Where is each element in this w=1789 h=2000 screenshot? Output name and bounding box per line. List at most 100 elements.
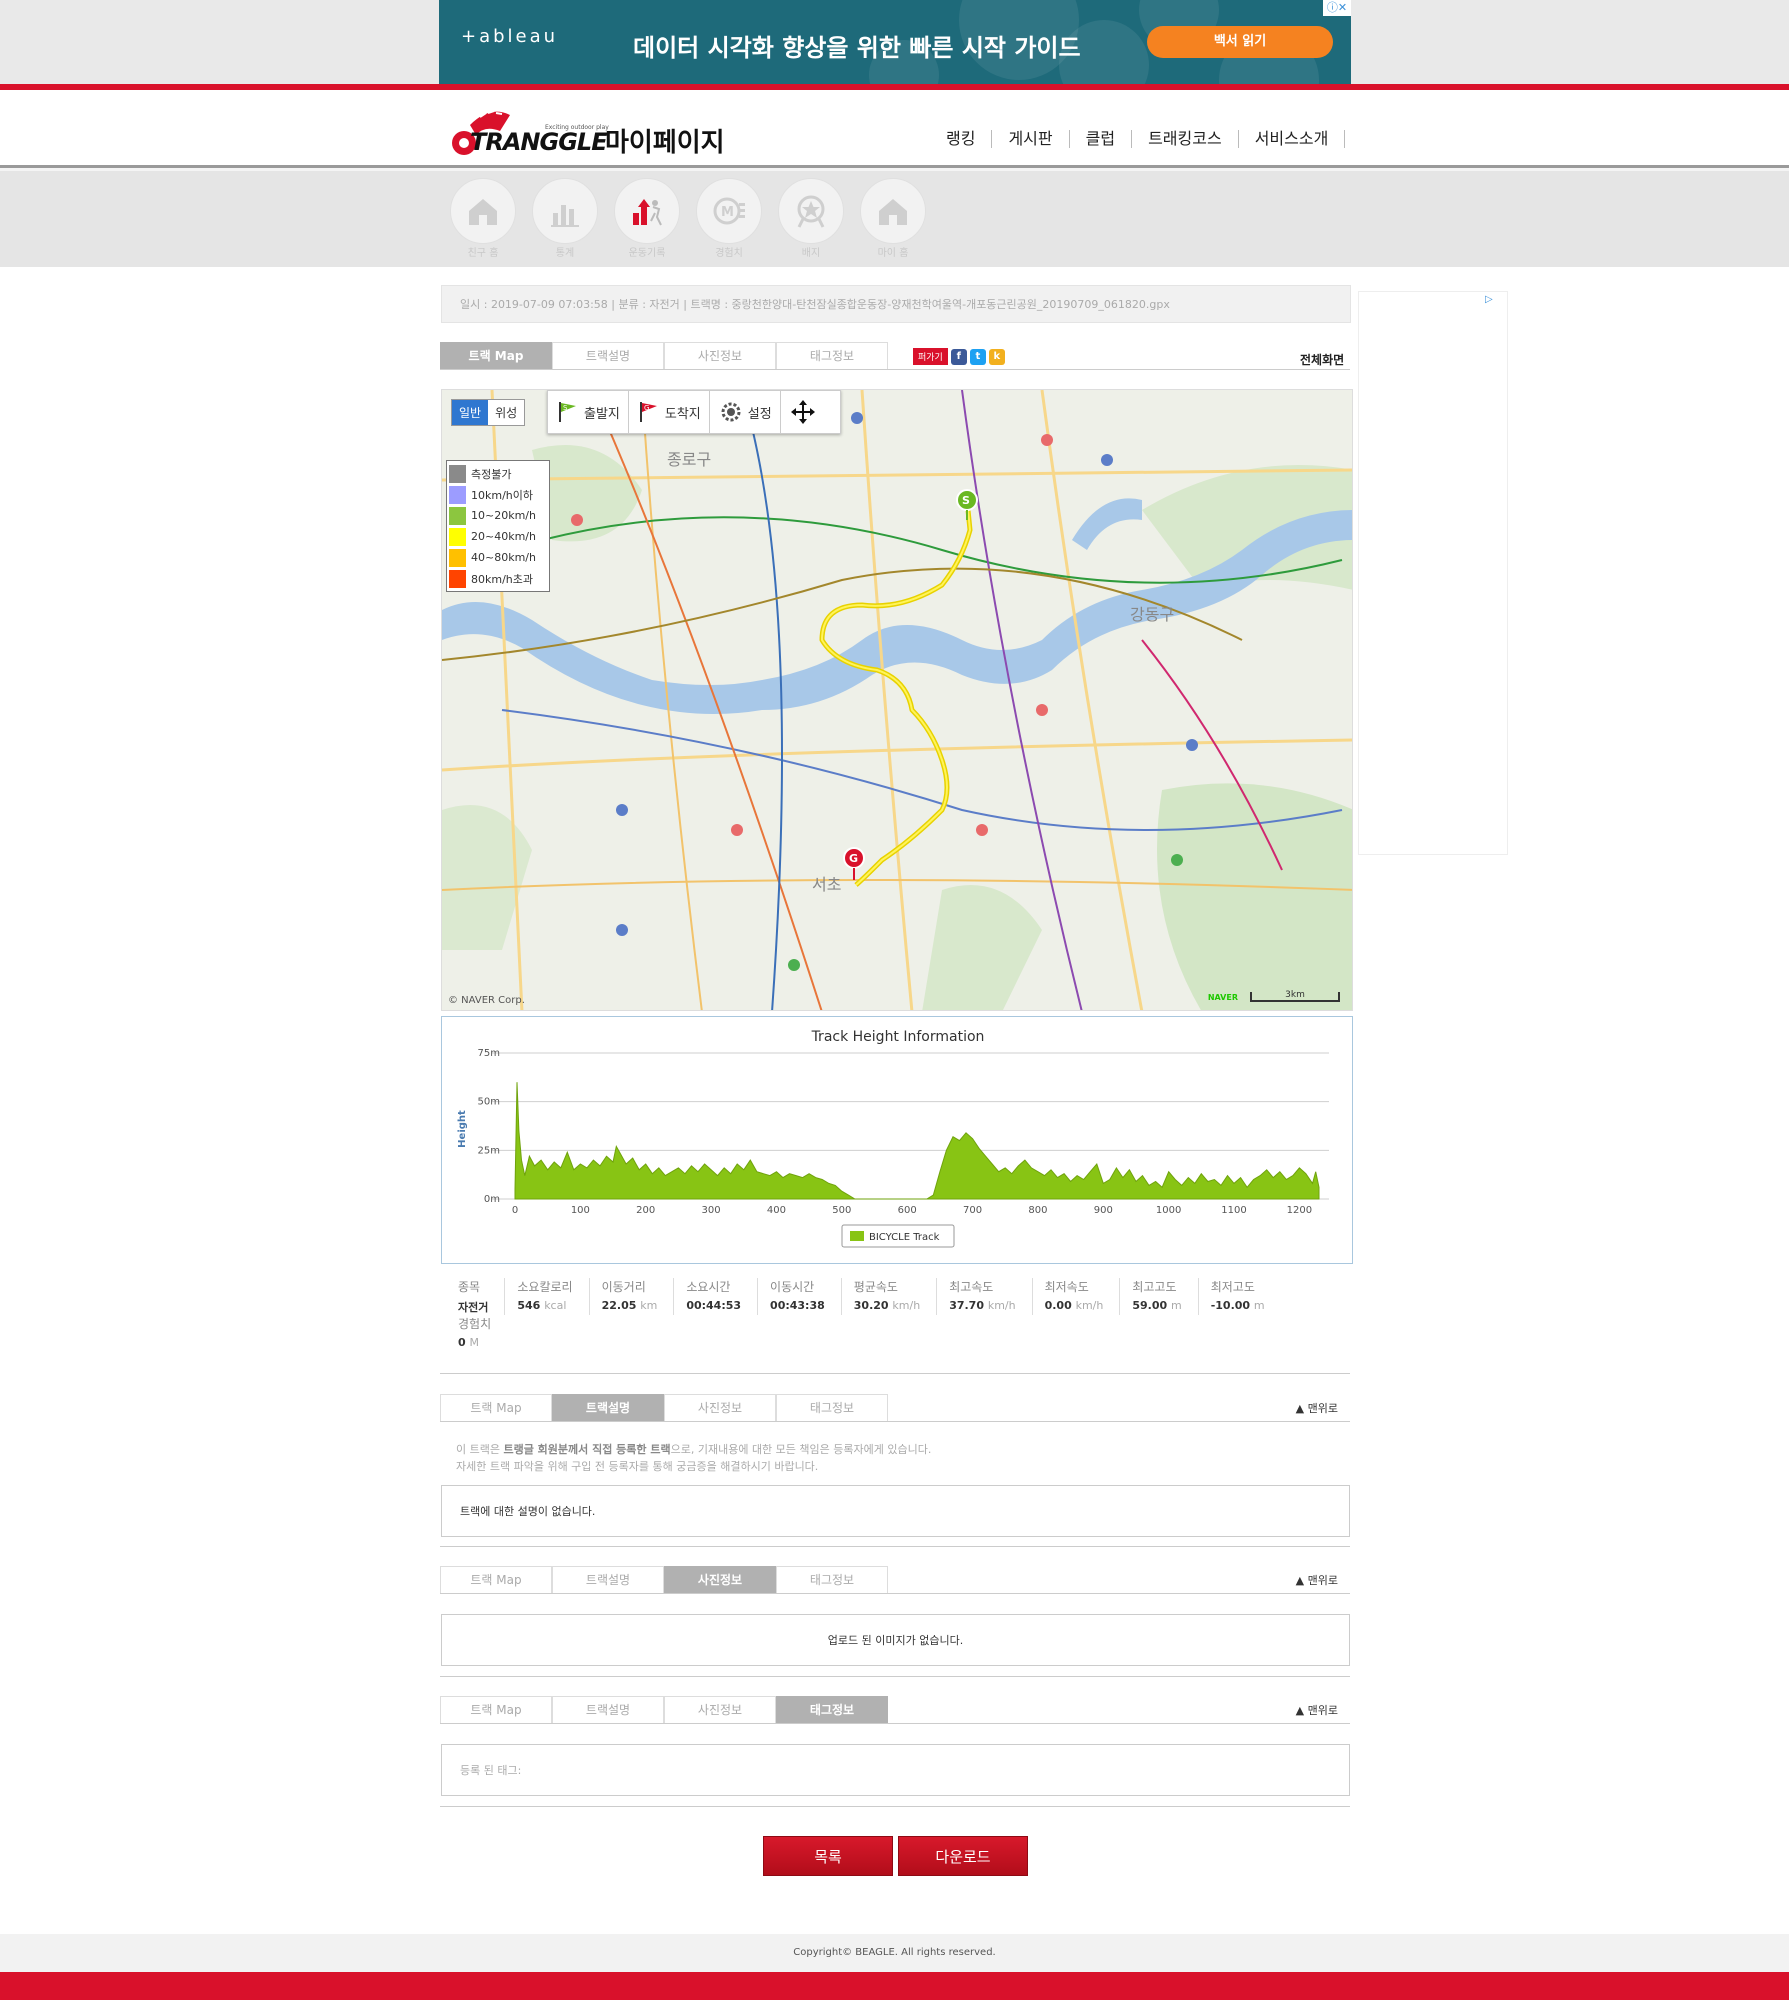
legend-swatch bbox=[449, 569, 466, 588]
tab-photo-info[interactable]: 사진정보 bbox=[664, 1696, 776, 1723]
tab-tag-info[interactable]: 태그정보 bbox=[776, 1566, 888, 1593]
main-nav: 랭킹 게시판 클럽 트래킹코스 서비스소개 bbox=[930, 130, 1346, 148]
map-label-jongno: 종로구 bbox=[667, 450, 711, 469]
chart-x-tick-label: 700 bbox=[963, 1205, 982, 1216]
move-tool[interactable] bbox=[781, 390, 825, 434]
stat-value: -10.00 m bbox=[1210, 1299, 1265, 1312]
nav-ranking[interactable]: 랭킹 bbox=[930, 130, 993, 148]
map-type-satellite[interactable]: 위성 bbox=[488, 400, 524, 425]
legend-swatch bbox=[850, 1231, 864, 1241]
tab-track-map[interactable]: 트랙 Map bbox=[440, 1566, 552, 1593]
ad-brand-logo: +ableau bbox=[461, 26, 559, 47]
ad-choices-icon[interactable]: ⓘ✕ bbox=[1323, 0, 1351, 16]
chart-x-tick-label: 900 bbox=[1094, 1205, 1113, 1216]
twitter-icon[interactable]: t bbox=[969, 348, 986, 365]
tab-tag-info[interactable]: 태그정보 bbox=[776, 1394, 888, 1421]
tab-track-map[interactable]: 트랙 Map bbox=[440, 342, 552, 369]
right-side-ad[interactable]: ▷ bbox=[1358, 291, 1508, 855]
stat-item: 최고고도 59.00 m bbox=[1119, 1278, 1197, 1315]
chart-legend: BICYCLE Track bbox=[841, 1224, 955, 1248]
stat-label: 최고고도 bbox=[1132, 1280, 1177, 1294]
start-point-tool[interactable]: S 출발지 bbox=[548, 390, 629, 434]
subnav-friend-home[interactable]: 친구 홈 bbox=[450, 178, 516, 259]
goal-flag-icon: G bbox=[639, 402, 657, 422]
facebook-icon[interactable]: f bbox=[950, 348, 967, 365]
track-map[interactable]: S G 종로구 강동구 서초 일반 위성 S 출발지 G 도착지 설정 측정불가… bbox=[441, 389, 1353, 1011]
map-canvas[interactable]: S G 종로구 강동구 서초 bbox=[442, 390, 1353, 1011]
tab-tag-info[interactable]: 태그정보 bbox=[776, 1696, 888, 1723]
share-label[interactable]: 퍼가기 bbox=[913, 348, 948, 365]
track-tabs-tag: 트랙 Map 트랙설명 사진정보 태그정보 ▲ 맨위로 bbox=[440, 1696, 1350, 1724]
chart-y-tick-label: 0m bbox=[484, 1194, 500, 1205]
subnav-my-home[interactable]: 마이 홈 bbox=[860, 178, 926, 259]
tab-track-map[interactable]: 트랙 Map bbox=[440, 1394, 552, 1421]
scroll-top-link[interactable]: ▲ 맨위로 bbox=[1296, 1572, 1338, 1588]
map-scale-bar: 3km bbox=[1250, 991, 1340, 1002]
nav-board[interactable]: 게시판 bbox=[992, 130, 1070, 148]
chart-legend-label: BICYCLE Track bbox=[869, 1232, 940, 1243]
chart-x-tick-label: 600 bbox=[898, 1205, 917, 1216]
tab-tag-info[interactable]: 태그정보 bbox=[776, 342, 888, 369]
stat-label: 경험치 bbox=[458, 1317, 492, 1331]
speed-legend: 측정불가 10km/h이하 10~20km/h 20~40km/h 40~80k… bbox=[446, 460, 550, 592]
tab-track-desc[interactable]: 트랙설명 bbox=[552, 342, 664, 369]
footer-accent-bar bbox=[0, 1972, 1789, 2000]
top-banner-ad[interactable]: +ableau 데이터 시각화 향상을 위한 빠른 시작 가이드 백서 읽기 ⓘ… bbox=[439, 0, 1351, 84]
ad-read-button[interactable]: 백서 읽기 bbox=[1147, 26, 1333, 58]
track-tabs-map: 트랙 Map 트랙설명 사진정보 태그정보 bbox=[440, 342, 1350, 370]
subnav-stats[interactable]: 통계 bbox=[532, 178, 598, 259]
list-button[interactable]: 목록 bbox=[763, 1836, 893, 1876]
stat-item: 최저고도 -10.00 m bbox=[1197, 1278, 1281, 1315]
subnav-experience[interactable]: M 경험치 bbox=[696, 178, 762, 259]
tab-track-desc[interactable]: 트랙설명 bbox=[552, 1566, 664, 1593]
tab-photo-info[interactable]: 사진정보 bbox=[664, 342, 776, 369]
chart-x-tick-label: 800 bbox=[1028, 1205, 1047, 1216]
map-type-toggle: 일반 위성 bbox=[451, 399, 526, 426]
stat-item: 최저속도 0.00 km/h bbox=[1031, 1278, 1120, 1315]
subnav-exercise-record[interactable]: 운동기록 bbox=[614, 178, 680, 259]
stat-value: 546 kcal bbox=[517, 1299, 567, 1312]
tab-photo-info[interactable]: 사진정보 bbox=[664, 1394, 776, 1421]
nav-club[interactable]: 클럽 bbox=[1070, 130, 1133, 148]
nav-service-intro[interactable]: 서비스소개 bbox=[1239, 130, 1346, 148]
scroll-top-link[interactable]: ▲ 맨위로 bbox=[1296, 1400, 1338, 1416]
stat-label: 소요시간 bbox=[686, 1280, 731, 1294]
footer: Copyright© BEAGLE. All rights reserved. bbox=[0, 1934, 1789, 1972]
svg-text:S: S bbox=[563, 404, 568, 412]
height-chart-svg: Track Height Information Height 0 100 200 3… bbox=[457, 1029, 1329, 1248]
tab-track-map[interactable]: 트랙 Map bbox=[440, 1696, 552, 1723]
chart-x-tick-label: 300 bbox=[702, 1205, 721, 1216]
legend-label: 10km/h이하 bbox=[471, 488, 534, 502]
tab-track-desc[interactable]: 트랙설명 bbox=[552, 1696, 664, 1723]
legend-label: 40~80km/h bbox=[471, 551, 536, 564]
stat-value: 59.00 m bbox=[1132, 1299, 1182, 1312]
chart-y-tick-label: 25m bbox=[478, 1145, 500, 1156]
logo-text[interactable]: TRANGGLE bbox=[470, 128, 608, 156]
ad-choices-icon[interactable]: ▷ bbox=[1485, 294, 1505, 308]
subnav-badge[interactable]: 배지 bbox=[778, 178, 844, 259]
home-icon bbox=[469, 199, 497, 225]
scroll-top-link[interactable]: ▲ 맨위로 bbox=[1296, 1702, 1338, 1718]
page-title: 마이페이지 bbox=[605, 128, 725, 158]
tab-track-desc[interactable]: 트랙설명 bbox=[552, 1394, 664, 1421]
stat-experience: 경험치 0 M bbox=[458, 1315, 491, 1349]
legend-swatch bbox=[449, 485, 466, 504]
tab-photo-info[interactable]: 사진정보 bbox=[664, 1566, 776, 1593]
track-info-bar: 일시 : 2019-07-09 07:03:58 | 분류 : 자전거 | 트랙… bbox=[441, 285, 1351, 323]
legend-label: 10~20km/h bbox=[471, 509, 536, 522]
kakaostory-icon[interactable]: k bbox=[988, 348, 1005, 365]
map-type-normal[interactable]: 일반 bbox=[452, 400, 489, 425]
stat-item: 평균속도 30.20 km/h bbox=[840, 1278, 936, 1315]
legend-label: 80km/h초과 bbox=[471, 572, 534, 586]
track-height-chart: Track Height Information Height 0 100 200 3… bbox=[441, 1016, 1353, 1264]
stat-value: 37.70 km/h bbox=[949, 1299, 1016, 1312]
track-description-box: 트랙에 대한 설명이 없습니다. bbox=[441, 1485, 1350, 1537]
download-button[interactable]: 다운로드 bbox=[898, 1836, 1028, 1876]
bar-chart-icon bbox=[551, 205, 579, 227]
fullscreen-button[interactable]: 전체화면 bbox=[1300, 351, 1344, 368]
end-point-tool[interactable]: G 도착지 bbox=[629, 390, 710, 434]
map-copyright: © NAVER Corp. bbox=[448, 995, 525, 1006]
nav-tracking-course[interactable]: 트래킹코스 bbox=[1132, 130, 1239, 148]
home-icon bbox=[879, 199, 907, 225]
settings-tool[interactable]: 설정 bbox=[710, 390, 781, 434]
